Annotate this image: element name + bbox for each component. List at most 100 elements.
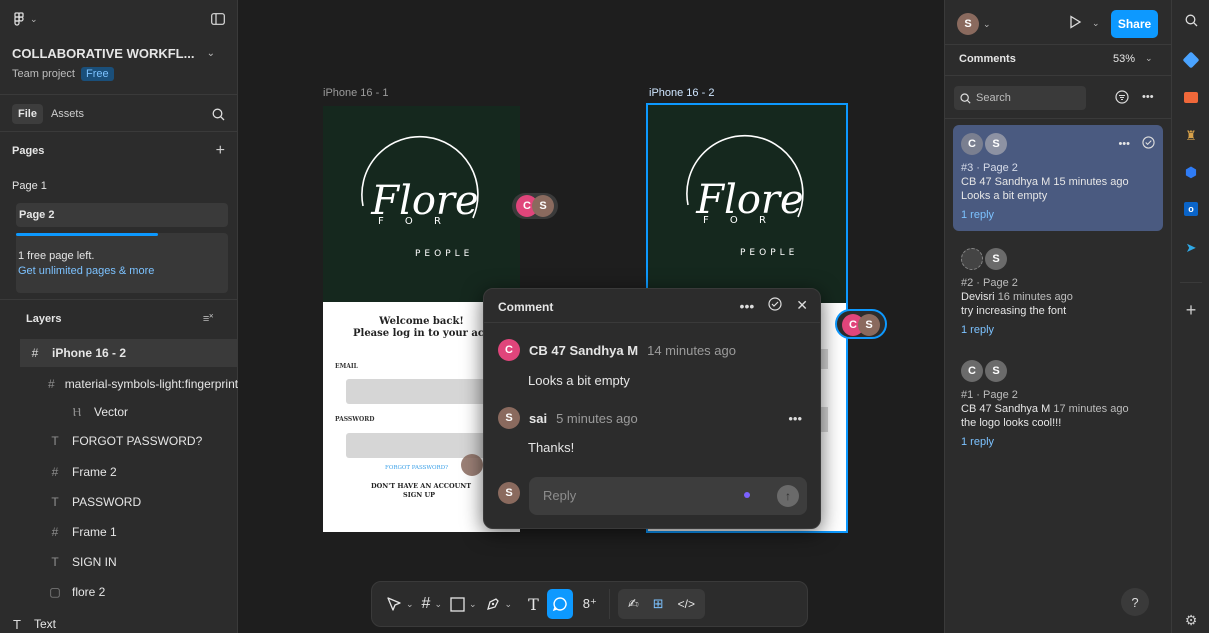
comment-time: 17 minutes ago <box>1053 403 1129 415</box>
add-plugin-icon[interactable]: + <box>1172 300 1209 321</box>
sign-up-link[interactable]: SIGN UP <box>403 491 435 499</box>
more-icon[interactable]: ••• <box>1142 91 1154 103</box>
more-icon[interactable]: ••• <box>740 298 755 314</box>
play-icon[interactable] <box>1069 15 1082 32</box>
layer-row[interactable]: # material-symbols-light:fingerprint <box>0 370 238 398</box>
password-field[interactable] <box>346 433 506 458</box>
reply-count[interactable]: 1 reply <box>961 209 1155 221</box>
page-usage-bar <box>16 233 158 236</box>
comment-text: Looks a bit empty <box>528 373 630 388</box>
user-menu[interactable]: S ⌄ <box>957 13 991 35</box>
layer-row[interactable]: T SIGN IN <box>0 548 237 576</box>
comment-card[interactable]: S #2 · Page 2 Devisri 16 minutes ago try… <box>953 240 1163 340</box>
tab-file[interactable]: File <box>12 104 43 124</box>
email-field[interactable] <box>346 379 506 404</box>
search-icon[interactable] <box>1172 14 1209 27</box>
share-button[interactable]: Share <box>1111 10 1158 38</box>
forgot-password-link[interactable]: FORGOT PASSWORD? <box>385 465 448 471</box>
avatar: S <box>985 133 1007 155</box>
comment-ref: #3 · Page 2 <box>961 162 1018 174</box>
frame-tool-icon[interactable]: # <box>422 589 431 619</box>
layer-row[interactable]: ▢ flore 2 <box>0 578 237 606</box>
reply-count[interactable]: 1 reply <box>961 324 1155 336</box>
reply-count[interactable]: 1 reply <box>961 436 1155 448</box>
avatar-devisri <box>961 248 983 270</box>
tag-plugin-icon[interactable] <box>1172 51 1209 69</box>
outlook-plugin-icon[interactable]: o <box>1172 202 1209 216</box>
rectangle-tool-icon[interactable] <box>450 589 465 619</box>
layer-row[interactable]: # iPhone 16 - 2 <box>20 339 237 367</box>
vector-icon: Ⲏ <box>72 404 82 419</box>
search-placeholder: Search <box>976 92 1011 104</box>
close-icon[interactable]: ✕ <box>796 297 808 314</box>
text-icon: T <box>13 616 21 632</box>
frame-label[interactable]: iPhone 16 - 1 <box>323 87 388 99</box>
zoom-control[interactable]: 53% ⌄ <box>1113 53 1153 65</box>
layer-name: Vector <box>94 405 129 419</box>
comment-text: the logo looks cool!!! <box>961 417 1062 429</box>
toggle-sidebar-icon[interactable] <box>211 13 225 25</box>
layer-row[interactable]: Ⲏ Vector <box>0 398 237 426</box>
chevron-down-icon[interactable]: ⌄ <box>406 599 414 610</box>
chevron-down-icon[interactable]: ⌄ <box>469 599 477 610</box>
reply-input[interactable]: Reply ↑ <box>529 477 807 515</box>
zoom-level: 53% <box>1113 53 1136 65</box>
help-button[interactable]: ? <box>1121 588 1149 616</box>
search-input[interactable]: Search <box>954 86 1086 110</box>
hex-plugin-icon[interactable]: ⬢ <box>1172 164 1209 181</box>
actions-icon[interactable]: 8⁺ <box>583 589 597 619</box>
more-icon[interactable]: ••• <box>1118 138 1130 150</box>
layer-row[interactable]: # Frame 2 <box>0 458 237 486</box>
send-icon[interactable]: ↑ <box>777 485 799 507</box>
layer-name: flore 2 <box>72 585 106 599</box>
comment-byline: CB 47 Sandhya M 15 minutes ago <box>961 175 1155 189</box>
text-tool-icon[interactable]: T <box>528 589 539 619</box>
project-subtitle: Team project Free <box>0 65 237 83</box>
avatar: S <box>498 407 520 429</box>
resolve-icon[interactable] <box>768 297 782 314</box>
comment-tool-icon[interactable] <box>546 589 573 619</box>
chevron-down-icon[interactable]: ⌄ <box>434 599 442 610</box>
gear-icon[interactable]: ⚙ <box>1172 612 1209 629</box>
mode-switcher: ✍ ⊞ </> <box>617 589 706 619</box>
page-item-1[interactable]: Page 1 <box>0 174 237 198</box>
comment-thread-popup: Comment ••• ✕ C CB 47 Sandhya M 14 minut… <box>483 288 821 529</box>
page-item-2[interactable]: Page 2 <box>16 203 228 227</box>
avatar: S <box>498 482 520 504</box>
figma-menu-icon[interactable]: ⌄ <box>12 12 38 26</box>
password-label: PASSWORD <box>335 416 375 423</box>
add-page-icon[interactable]: + <box>216 142 225 160</box>
filter-icon[interactable] <box>1115 90 1129 107</box>
layers-filter-icon[interactable]: ≡˟ <box>203 313 213 325</box>
pen-tool-icon[interactable] <box>485 589 501 619</box>
draw-mode-icon[interactable]: ✍ <box>628 589 639 619</box>
logo-panel: Flore F O R PEOPLE <box>648 105 846 303</box>
comment-card[interactable]: C S #1 · Page 2 CB 47 Sandhya M 17 minut… <box>953 352 1163 452</box>
tab-assets[interactable]: Assets <box>43 104 92 124</box>
project-title-row[interactable]: COLLABORATIVE WORKFL... ⌄ <box>0 44 237 62</box>
layer-row[interactable]: # Frame 1 <box>0 518 237 546</box>
search-icon[interactable] <box>212 108 225 121</box>
dev-mode-icon[interactable]: </> <box>678 589 695 619</box>
chevron-down-icon[interactable]: ⌄ <box>505 599 513 610</box>
resolve-icon[interactable] <box>1142 136 1155 152</box>
more-icon[interactable]: ••• <box>788 411 802 426</box>
layer-name: PASSWORD <box>72 495 142 509</box>
present-menu[interactable]: ⌄ <box>1069 15 1100 32</box>
briefcase-plugin-icon[interactable] <box>1172 92 1209 103</box>
design-mode-icon[interactable]: ⊞ <box>653 589 664 619</box>
comment-pin[interactable]: C S <box>512 193 558 219</box>
avatar: S <box>985 248 1007 270</box>
layer-row[interactable]: T FORGOT PASSWORD? <box>0 427 237 455</box>
comment-card[interactable]: C S ••• #3 · Page 2 CB 47 Sandhya M 15 m… <box>953 125 1163 231</box>
frame-label[interactable]: iPhone 16 - 2 <box>649 87 714 99</box>
users-plugin-icon[interactable]: ♜ <box>1172 128 1209 144</box>
layer-row[interactable]: T Text <box>0 610 237 633</box>
comment-pin-selected[interactable]: C S <box>835 309 887 339</box>
flore-logo: Flore F O R PEOPLE <box>361 135 479 259</box>
move-tool-icon[interactable] <box>386 589 402 619</box>
upgrade-link[interactable]: Get unlimited pages & more <box>18 265 154 277</box>
layer-row[interactable]: T PASSWORD <box>0 488 237 516</box>
send-plugin-icon[interactable]: ➤ <box>1172 240 1209 256</box>
image-icon: ▢ <box>49 585 61 599</box>
